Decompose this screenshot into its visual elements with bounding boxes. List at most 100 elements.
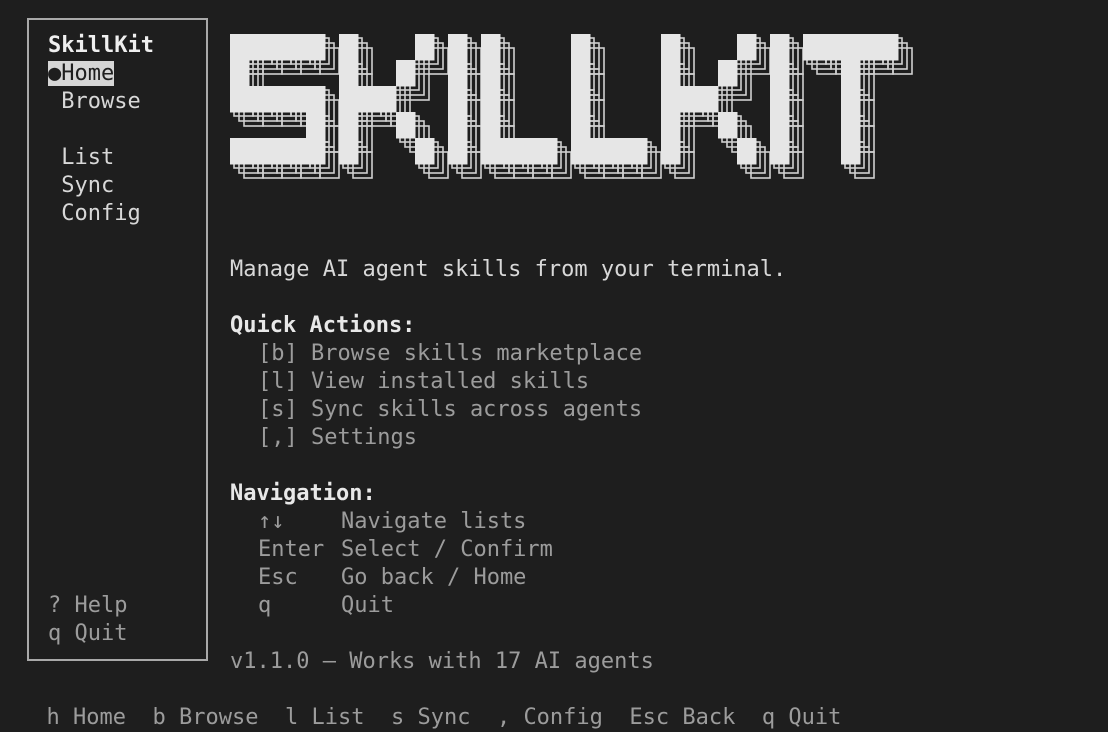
nav-hint-label: Go back / Home: [341, 565, 527, 590]
logo-block: [306, 138, 326, 165]
statusbar-list[interactable]: l List: [285, 705, 364, 730]
logo-block: [571, 60, 591, 87]
logo-block: [519, 138, 539, 165]
logo-art: [230, 34, 913, 179]
logo-block: [448, 112, 468, 139]
nav-hint-key: ↑↓: [258, 509, 285, 534]
statusbar-sync[interactable]: s Sync: [391, 705, 470, 730]
sidebar-brand: SkillKit: [48, 33, 154, 58]
logo-block: [287, 86, 307, 113]
logo-block: [415, 138, 435, 165]
logo-block: [841, 34, 861, 61]
logo-block: [718, 60, 738, 87]
logo-block: [770, 60, 790, 87]
statusbar-back[interactable]: Esc Back: [629, 705, 735, 730]
bullet-spacer: [48, 145, 61, 170]
logo-block: [230, 86, 250, 113]
sidebar-item-sync[interactable]: Sync: [48, 172, 114, 200]
sidebar-item-label: Home: [61, 61, 115, 86]
quick-action-sync[interactable]: [s] Sync skills across agents: [258, 396, 642, 424]
logo-block: [841, 138, 861, 165]
shortcut-label: Home: [73, 705, 126, 730]
statusbar-browse[interactable]: b Browse: [152, 705, 258, 730]
action-label: Browse skills marketplace: [311, 341, 643, 366]
shortcut-label: Browse: [178, 705, 259, 730]
logo-block: [571, 112, 591, 139]
version-line: v1.1.0 — Works with 17 AI agents: [230, 649, 654, 674]
logo-block: [718, 112, 738, 139]
logo-block: [481, 86, 501, 113]
logo-block: [661, 138, 681, 165]
sidebar-quit-hint[interactable]: q Quit: [48, 620, 127, 648]
sidebar-item-browse[interactable]: Browse: [48, 88, 140, 116]
logo-block: [737, 34, 757, 61]
logo-block: [481, 34, 501, 61]
logo-block: [661, 86, 681, 113]
help-key: ?: [48, 593, 62, 618]
logo-block: [396, 60, 416, 87]
logo-block: [396, 112, 416, 139]
sidebar-item-config[interactable]: Config: [48, 200, 141, 228]
statusbar-home[interactable]: h Home: [47, 705, 126, 730]
logo-block: [481, 112, 501, 139]
shortcut-key: l: [284, 705, 299, 730]
statusbar-quit[interactable]: q Quit: [762, 705, 841, 730]
shortcut-label: Config: [523, 705, 603, 730]
logo-block: [249, 86, 269, 113]
statusbar-config[interactable]: , Config: [497, 705, 603, 730]
logo-block: [287, 34, 307, 61]
logo-block: [699, 86, 719, 113]
nav-hint-key: q: [258, 593, 272, 618]
logo-block: [571, 34, 591, 61]
sidebar-item-label: Sync: [61, 173, 115, 198]
logo-block: [230, 138, 250, 165]
logo-block: [306, 34, 326, 61]
logo-block: [339, 138, 359, 165]
logo-block: [448, 138, 468, 165]
sidebar-item-label: Config: [61, 201, 141, 226]
action-key: [l]: [258, 369, 298, 394]
bullet-spacer: [48, 89, 61, 114]
nav-hint-label: Navigate lists: [341, 509, 527, 534]
logo-block: [571, 138, 591, 165]
logo-block: [841, 86, 861, 113]
action-label: Sync skills across agents: [311, 397, 643, 422]
action-key: [s]: [258, 397, 298, 422]
logo-block: [249, 34, 269, 61]
logo-block: [803, 34, 823, 61]
logo-block: [339, 60, 359, 87]
help-label: Help: [74, 593, 128, 618]
shortcut-label: Back: [682, 705, 736, 730]
logo-block: [860, 34, 880, 61]
logo-block: [339, 86, 359, 113]
logo-block: [661, 112, 681, 139]
logo-block: [306, 112, 326, 139]
logo-block: [481, 138, 501, 165]
quick-action-settings[interactable]: [,] Settings: [258, 424, 417, 452]
shortcut-key: s: [390, 705, 405, 730]
shortcut-label: Sync: [417, 705, 471, 730]
navigation-heading: Navigation:: [230, 481, 376, 506]
sidebar-item-home[interactable]: ●Home: [48, 60, 115, 88]
sidebar-item-list[interactable]: List: [48, 144, 114, 172]
nav-hint-key: Esc: [258, 565, 298, 590]
logo-block: [590, 138, 610, 165]
shortcut-key: ,: [496, 705, 511, 730]
quick-action-browse[interactable]: [b] Browse skills marketplace: [258, 340, 642, 368]
statusbar: h Home b Browse l List s Sync , Config E…: [20, 676, 842, 732]
quick-action-list[interactable]: [l] View installed skills: [258, 368, 589, 396]
sidebar-help-hint[interactable]: ? Help: [48, 592, 127, 620]
logo-block: [377, 86, 397, 113]
logo-block: [268, 34, 288, 61]
bullet-spacer: [48, 173, 61, 198]
logo-block: [770, 86, 790, 113]
logo-block: [287, 138, 307, 165]
logo-block: [230, 60, 250, 87]
shortcut-label: List: [311, 705, 365, 730]
nav-hint-key: Enter: [258, 537, 325, 562]
quick-actions-heading: Quick Actions:: [230, 313, 416, 338]
logo-block: [770, 34, 790, 61]
logo-block: [680, 86, 700, 113]
logo-block: [249, 138, 269, 165]
logo-block: [448, 60, 468, 87]
